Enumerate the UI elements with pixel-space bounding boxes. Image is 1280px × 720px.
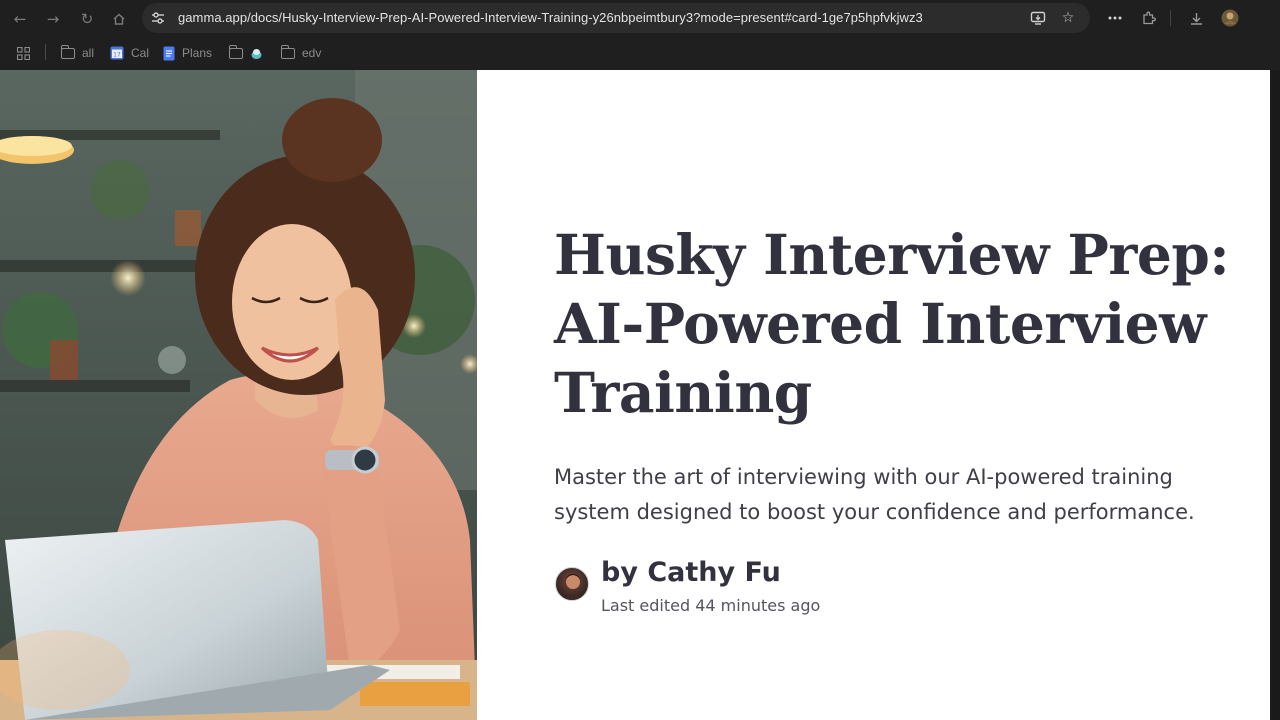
bookmark-cal[interactable]: 17 Cal (110, 44, 149, 62)
card-subtitle: Master the art of interviewing with our … (554, 465, 1195, 524)
folder-icon (228, 44, 243, 59)
home-icon[interactable] (108, 8, 130, 30)
extensions-puzzle-icon[interactable] (1138, 8, 1158, 28)
reload-icon[interactable]: ↻ (76, 8, 98, 30)
forward-icon[interactable]: → (42, 8, 64, 30)
window-edge (1270, 70, 1280, 720)
woman-laptop-illustration (0, 70, 477, 720)
bookmark-label: all (82, 46, 95, 60)
docs-icon (163, 46, 175, 60)
bookmark-star-icon[interactable]: ☆ (1059, 9, 1077, 27)
last-edited-label: Last edited 44 minutes ago (601, 596, 821, 615)
apps-grid-icon[interactable] (17, 44, 30, 62)
bookmark-plans[interactable]: Plans (163, 44, 212, 62)
extension-menu-icon[interactable] (1105, 8, 1125, 28)
url-text[interactable]: gamma.app/docs/Husky-Interview-Prep-AI-P… (178, 10, 923, 25)
back-icon[interactable]: ← (9, 8, 31, 30)
bookmark-folder-edv[interactable]: edv (280, 44, 322, 62)
hero-photo (0, 70, 477, 720)
address-bar[interactable]: gamma.app/docs/Husky-Interview-Prep-AI-P… (142, 3, 1090, 33)
bookmark-folder-all[interactable]: all (60, 44, 95, 62)
bookmark-favicon-icon (251, 48, 262, 59)
presentation-card: Husky Interview Prep: AI-Powered Intervi… (0, 70, 1280, 720)
install-app-icon[interactable] (1029, 9, 1047, 27)
bookmark-folder-unnamed[interactable] (228, 44, 263, 62)
folder-icon (60, 44, 75, 59)
browser-toolbar: ← → ↻ gamma.app/docs/Husky-Interview-Pre… (0, 0, 1280, 36)
card-title: Husky Interview Prep: AI-Powered Intervi… (554, 222, 1230, 425)
profile-avatar-icon[interactable] (1220, 8, 1240, 28)
folder-icon (280, 44, 295, 59)
calendar-icon: 17 (110, 46, 124, 60)
author-name: by Cathy Fu (601, 557, 781, 588)
author-avatar[interactable] (555, 567, 589, 601)
toolbar-divider (1170, 10, 1171, 26)
site-settings-icon[interactable] (150, 10, 166, 26)
svg-text:17: 17 (113, 52, 121, 59)
bookmark-label: edv (302, 46, 322, 60)
downloads-icon[interactable] (1186, 8, 1206, 28)
bookmarks-bar: all 17 Cal Plans edv (0, 36, 1280, 70)
bookmark-label: Plans (182, 46, 213, 60)
bookmark-label: Cal (131, 46, 150, 60)
bookmarks-divider (45, 44, 46, 60)
